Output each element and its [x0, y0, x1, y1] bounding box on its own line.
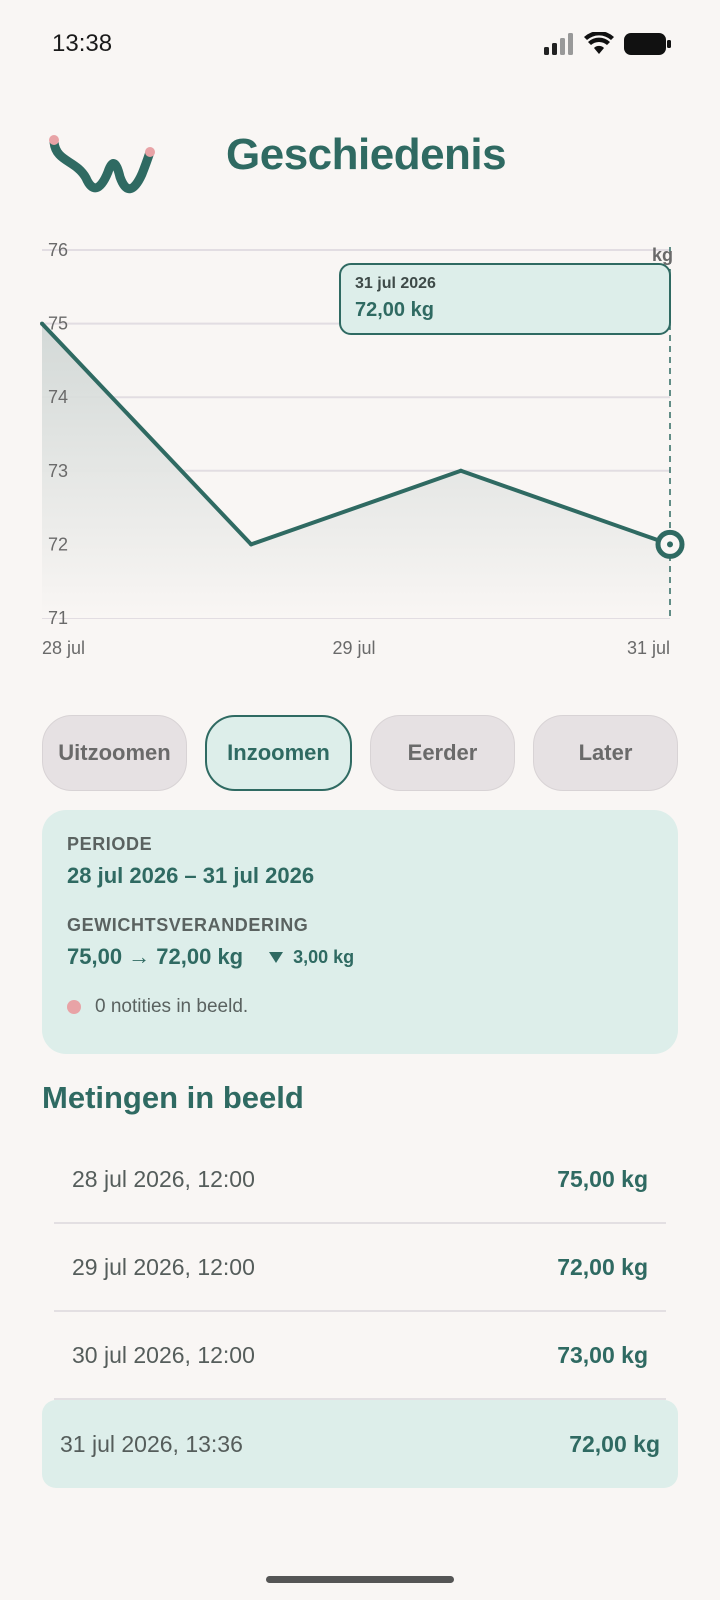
list-item-value: 72,00 kg — [569, 1430, 660, 1457]
status-time: 13:38 — [52, 30, 113, 57]
y-tick-label: 73 — [48, 461, 68, 481]
later-button[interactable]: Later — [533, 715, 678, 791]
zoom-in-button[interactable]: Inzoomen — [205, 715, 352, 791]
signal-icon — [544, 33, 573, 55]
period-value: 28 jul 2026 – 31 jul 2026 — [67, 863, 315, 888]
list-item-value: 75,00 kg — [557, 1165, 648, 1192]
list-item-date: 31 jul 2026, 13:36 — [60, 1430, 243, 1457]
header: Geschiedenis — [0, 110, 720, 200]
change-delta-value: 3,00 kg — [293, 946, 355, 967]
list-item-value: 73,00 kg — [557, 1341, 648, 1368]
note-dot-icon — [67, 1000, 81, 1014]
measurements-title: Metingen in beeld — [42, 1080, 304, 1115]
triangle-down-icon — [269, 951, 284, 963]
y-tick-label: 76 — [48, 240, 68, 260]
tooltip-date: 31 jul 2026 — [355, 275, 436, 292]
measurements-list: 28 jul 2026, 12:00 75,00 kg 29 jul 2026,… — [42, 1136, 678, 1488]
change-row: 75,00 → 72,00 kg 3,00 kg — [67, 944, 653, 970]
list-item-date: 28 jul 2026, 12:00 — [72, 1165, 255, 1192]
change-delta: 3,00 kg — [269, 947, 354, 968]
change-label: GEWICHTSVERANDERING — [67, 915, 309, 935]
home-indicator[interactable] — [266, 1576, 454, 1583]
tooltip-value: 72,00 kg — [355, 299, 434, 321]
list-item-date: 29 jul 2026, 12:00 — [72, 1253, 255, 1280]
earlier-button[interactable]: Eerder — [370, 715, 515, 791]
data-point — [40, 321, 44, 326]
y-tick-label: 75 — [48, 314, 68, 334]
app-logo-icon — [49, 135, 155, 194]
x-tick-label: 29 jul — [332, 638, 375, 658]
zoom-out-button[interactable]: Uitzoomen — [42, 715, 187, 791]
notes-text: 0 notities in beeld. — [95, 996, 249, 1017]
list-item[interactable]: 28 jul 2026, 12:00 75,00 kg — [54, 1136, 666, 1224]
y-tick-label: 74 — [48, 387, 68, 407]
change-value: 75,00 → 72,00 kg — [67, 944, 244, 969]
list-item-date: 30 jul 2026, 12:00 — [72, 1341, 255, 1368]
list-item-selected[interactable]: 31 jul 2026, 13:36 72,00 kg — [42, 1400, 678, 1488]
wifi-icon — [584, 32, 614, 54]
data-point — [458, 468, 463, 473]
summary-card: PERIODE 28 jul 2026 – 31 jul 2026 GEWICH… — [42, 810, 678, 1054]
notes-row: 0 notities in beeld. — [67, 996, 653, 1018]
list-item-value: 72,00 kg — [557, 1253, 648, 1280]
chart-tooltip: 31 jul 2026 72,00 kg — [339, 263, 671, 335]
status-bar: 13:38 — [0, 0, 720, 90]
battery-icon — [624, 33, 671, 55]
data-point — [249, 542, 254, 547]
x-tick-label: 28 jul — [42, 638, 85, 658]
y-unit-label: kg — [652, 245, 673, 265]
list-item[interactable]: 29 jul 2026, 12:00 72,00 kg — [54, 1224, 666, 1312]
period-label: PERIODE — [67, 834, 153, 854]
chart-controls: Uitzoomen Inzoomen Eerder Later — [42, 715, 678, 791]
y-tick-label: 71 — [48, 608, 68, 628]
list-item[interactable]: 30 jul 2026, 12:00 73,00 kg — [54, 1312, 666, 1400]
y-tick-label: 72 — [48, 534, 68, 554]
page-title: Geschiedenis — [226, 130, 507, 179]
x-tick-label: 31 jul — [627, 638, 670, 658]
selected-data-point-center — [667, 541, 673, 548]
status-icons — [544, 32, 672, 56]
